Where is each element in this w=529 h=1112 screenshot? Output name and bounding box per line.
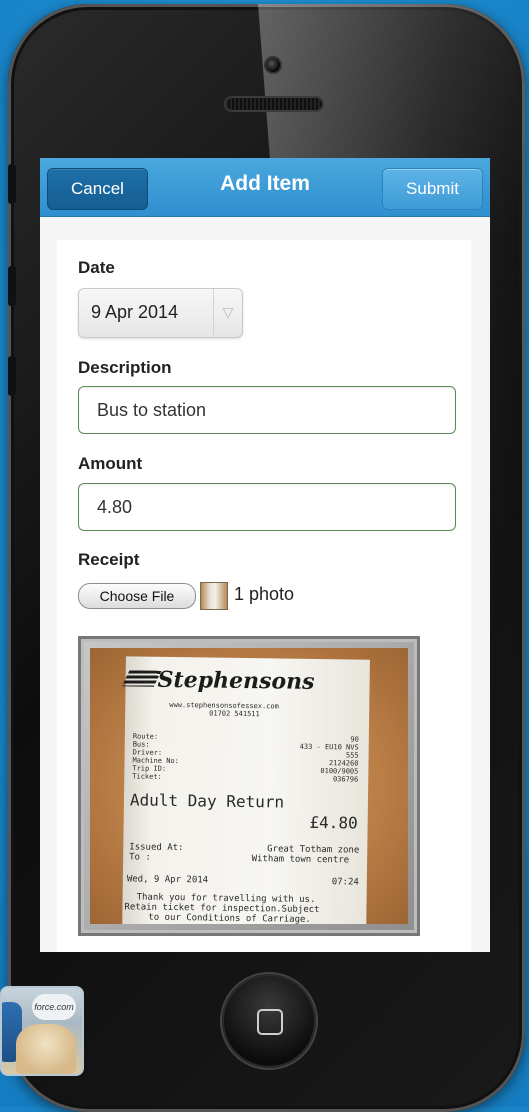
receipt-thumbnail [200,582,228,610]
receipt-thanks-line-3: to our Conditions of Carriage. [148,912,311,924]
receipt-price: £4.80 [309,812,358,833]
receipt-time: 07:24 [331,877,359,888]
earpiece-speaker [226,98,322,110]
add-item-form: Date 9 Apr 2014 ▽ Description Bus to sta… [57,240,471,952]
force-logo-badge: force.com [32,994,76,1020]
receipt-route-value: 90 [350,735,359,744]
receipt-preview: Stephensons www.stephensonsofessex.com 0… [78,636,420,936]
amount-label: Amount [78,454,143,473]
home-square-icon [257,1009,283,1035]
submit-button[interactable]: Submit [382,168,483,210]
receipt-ticket-type: Adult Day Return [129,790,285,812]
receipt-bus-label: Bus: [132,740,150,749]
front-camera-icon [266,58,280,72]
mute-switch [8,164,16,204]
receipt-ticket-label: Ticket: [132,772,162,781]
receipt-ticket-value: 036796 [332,775,359,784]
chevron-down-icon: ▽ [213,289,242,335]
dog-figure [16,1024,76,1074]
volume-down-button [8,356,16,396]
receipt-photo: Stephensons www.stephensonsofessex.com 0… [90,648,408,924]
date-label: Date [78,258,115,277]
file-picker: Choose File 1 photo [78,580,458,610]
cancel-button[interactable]: Cancel [47,168,148,210]
receipt-phone: 01702 541511 [209,709,260,719]
description-label: Description [78,358,172,377]
receipt-driver-value: 555 [345,751,359,760]
receipt-to-value: Witham town centre [251,854,350,866]
receipt-bus-value: 433 - EU10 NVS [299,742,359,752]
navigation-bar: Cancel Add Item Submit [40,158,490,217]
receipt-to-label: To : [129,852,151,863]
volume-up-button [8,266,16,306]
receipt-company: Stephensons [157,666,315,695]
amount-value: 4.80 [97,497,133,517]
home-button[interactable] [222,974,316,1068]
avatar: force.com [0,986,84,1076]
receipt-label: Receipt [78,550,140,569]
app-screen: Cancel Add Item Submit Date 9 Apr 2014 ▽… [40,158,490,952]
receipt-trip-value: 0100/9005 [320,767,359,776]
description-value: Bus to station [97,400,207,420]
stephensons-logo-icon [121,670,162,687]
choose-file-button[interactable]: Choose File [78,583,196,609]
photo-count: 1 photo [234,584,295,604]
receipt-date: Wed, 9 Apr 2014 [126,874,209,886]
page-title: Add Item [220,172,310,195]
description-field[interactable]: Bus to station [78,386,456,434]
date-value: 9 Apr 2014 [91,302,179,322]
receipt-paper: Stephensons www.stephensonsofessex.com 0… [121,656,370,924]
date-select[interactable]: 9 Apr 2014 ▽ [78,288,243,338]
amount-field[interactable]: 4.80 [78,483,456,531]
